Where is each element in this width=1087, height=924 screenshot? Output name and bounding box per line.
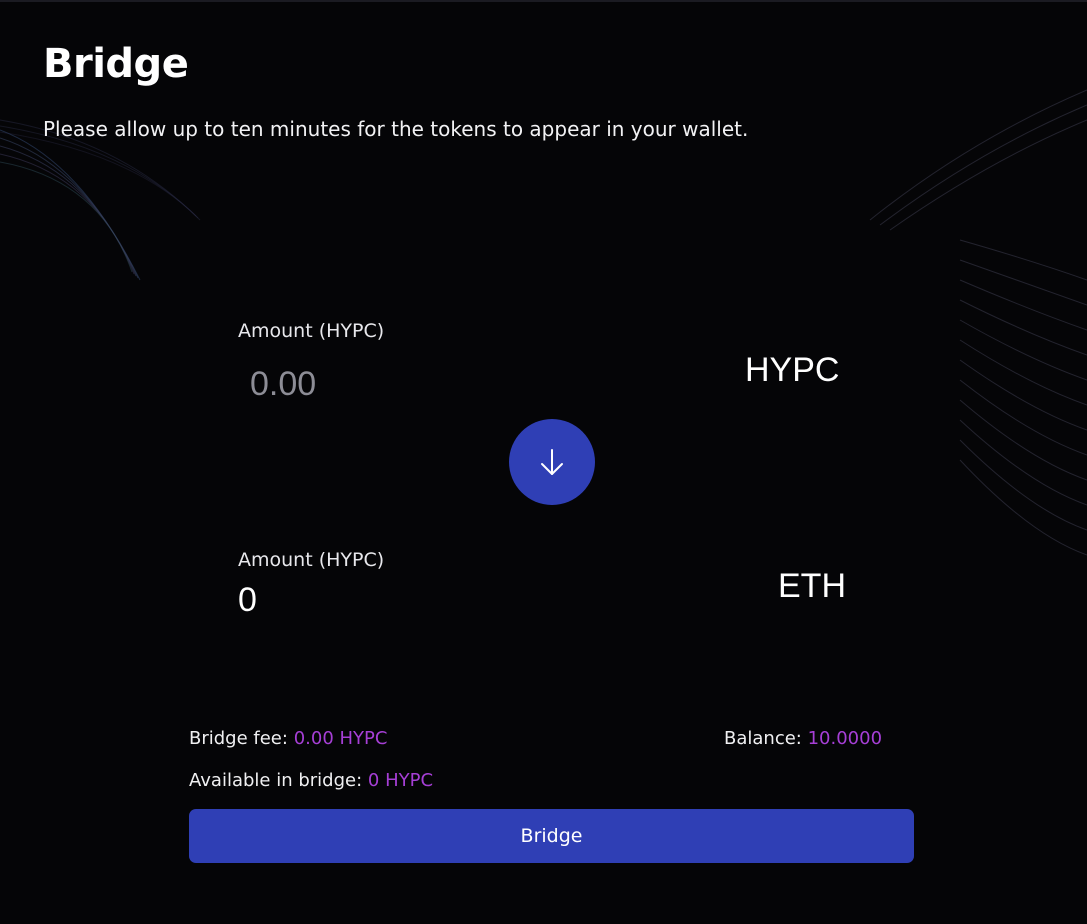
to-amount-label: Amount (HYPC) <box>238 549 385 571</box>
from-token-selector[interactable]: HYPC <box>745 350 839 390</box>
arrow-down-icon <box>541 449 563 475</box>
page-subtitle: Please allow up to ten minutes for the t… <box>43 117 749 141</box>
decorative-waves-right <box>869 89 1087 556</box>
bridge-button[interactable]: Bridge <box>189 809 914 863</box>
balance-label: Balance: <box>724 728 802 749</box>
bridge-page: Bridge Please allow up to ten minutes fo… <box>0 0 1087 924</box>
top-divider <box>0 0 1087 2</box>
from-amount-label: Amount (HYPC) <box>238 320 385 342</box>
bridge-fee-info: Bridge fee: 0.00 HYPC <box>189 727 387 751</box>
available-in-bridge-info: Available in bridge: 0 HYPC <box>189 769 433 793</box>
available-in-bridge-label: Available in bridge: <box>189 770 363 791</box>
page-title: Bridge <box>43 41 189 87</box>
bridge-fee-label: Bridge fee: <box>189 728 288 749</box>
balance-info: Balance: 10.0000 <box>724 727 882 751</box>
from-amount-input[interactable] <box>244 362 544 406</box>
swap-direction-button[interactable] <box>509 419 595 505</box>
to-token-selector[interactable]: ETH <box>778 566 846 606</box>
available-in-bridge-value: 0 HYPC <box>367 770 434 791</box>
to-amount-value: 0 <box>238 581 257 619</box>
balance-value: 10.0000 <box>807 728 883 749</box>
bridge-fee-value: 0.00 HYPC <box>293 728 388 749</box>
